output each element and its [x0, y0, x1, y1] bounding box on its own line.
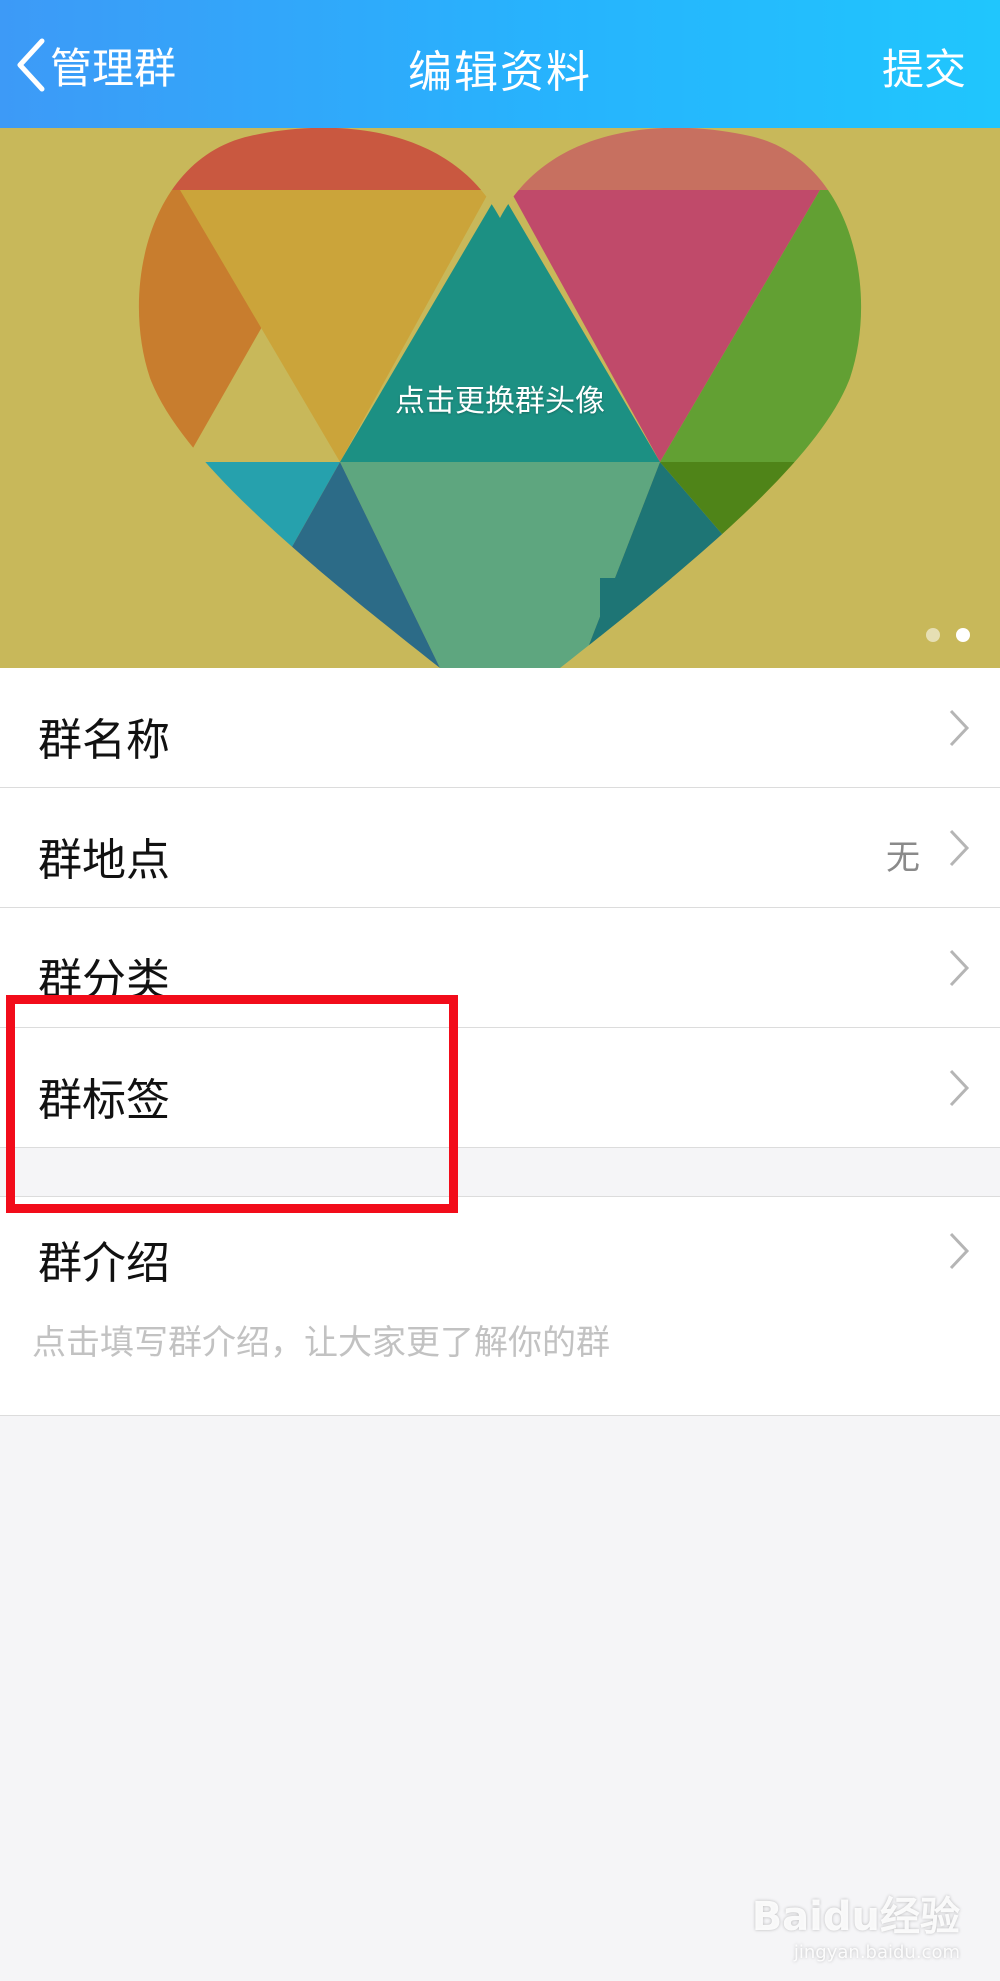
page-title: 编辑资料	[408, 47, 592, 98]
submit-button[interactable]: 提交	[882, 36, 966, 97]
intro-placeholder: 点击填写群介绍，让大家更了解你的群	[32, 1323, 610, 1363]
change-avatar-hint: 点击更换群头像	[395, 384, 605, 419]
page-dot-active	[956, 628, 970, 642]
chevron-right-icon	[949, 1232, 970, 1270]
row-value: 无	[886, 838, 920, 878]
row-group-name[interactable]: 群名称	[0, 668, 1000, 788]
chevron-right-icon	[949, 949, 970, 987]
chevron-right-icon	[949, 709, 970, 747]
watermark-main: Baidu经验	[751, 1894, 960, 1940]
row-label: 群标签	[38, 1075, 170, 1126]
row-group-intro[interactable]: 群介绍 点击填写群介绍，让大家更了解你的群	[0, 1196, 1000, 1416]
page-dot	[926, 628, 940, 642]
row-group-tags[interactable]: 群标签	[0, 1028, 1000, 1148]
row-group-category[interactable]: 群分类	[0, 908, 1000, 1028]
chevron-right-icon	[949, 1069, 970, 1107]
navigation-bar: 管理群 编辑资料 提交	[0, 0, 1000, 128]
baidu-watermark: Baidu经验 jingyan.baidu.com	[752, 1884, 960, 1963]
group-avatar-banner[interactable]: 点击更换群头像	[0, 128, 1000, 668]
intro-label: 群介绍	[38, 1238, 170, 1289]
watermark-sub: jingyan.baidu.com	[793, 1942, 960, 1963]
page-indicator	[926, 628, 970, 642]
row-label: 群分类	[38, 955, 170, 1006]
row-group-location[interactable]: 群地点 无	[0, 788, 1000, 908]
chevron-right-icon	[949, 829, 970, 867]
row-label: 群地点	[38, 835, 170, 886]
group-settings-list: 群名称 群地点 无 群分类 群标签	[0, 668, 1000, 1148]
row-label: 群名称	[38, 715, 170, 766]
